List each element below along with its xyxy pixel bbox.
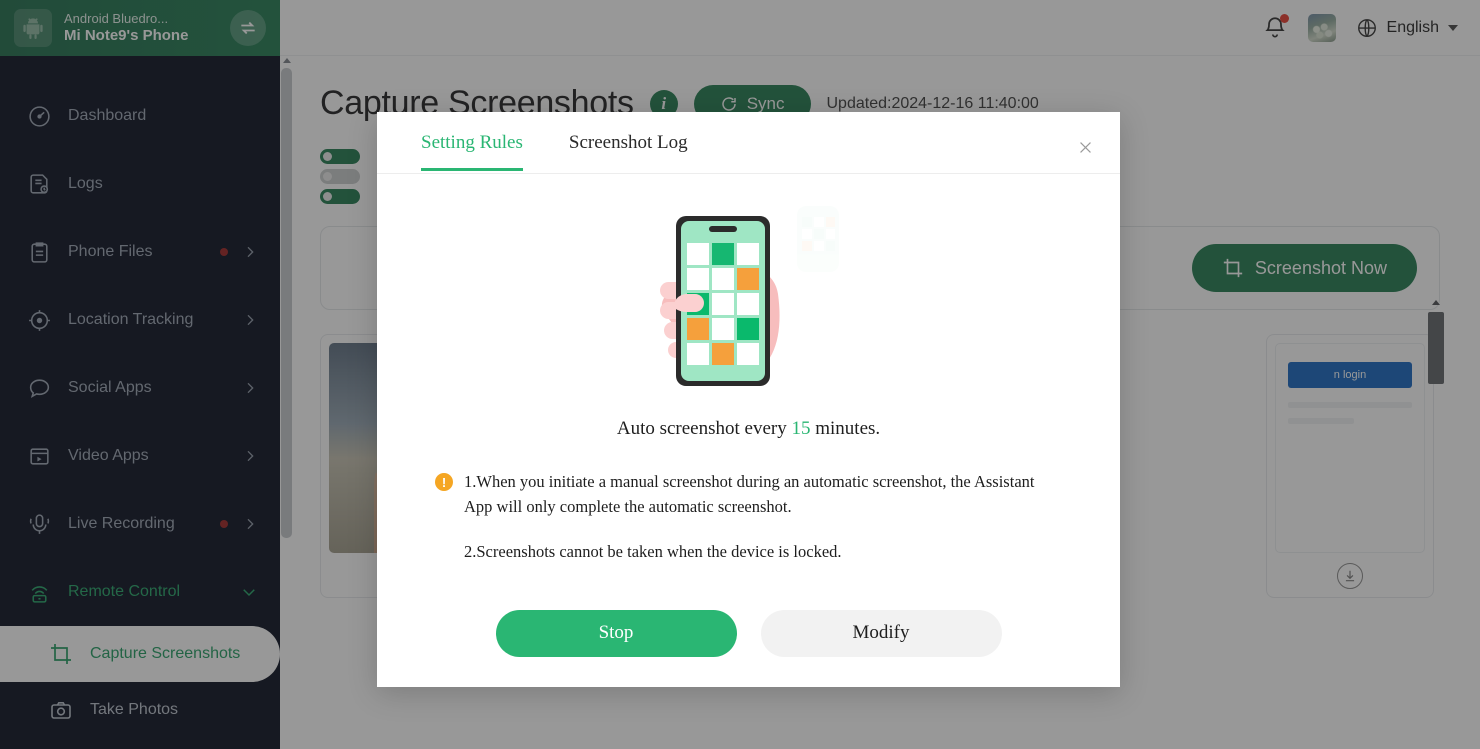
warning-exclamation-icon: !: [435, 473, 453, 491]
auto-suffix-label: minutes.: [815, 418, 881, 439]
modal-body: Auto screenshot every 15 minutes. ! 1.Wh…: [377, 174, 1120, 579]
tab-screenshot-log[interactable]: Screenshot Log: [569, 112, 688, 170]
tab-label: Setting Rules: [421, 132, 523, 153]
hand-holding-phone-illustration: [421, 198, 1076, 398]
modify-button[interactable]: Modify: [760, 609, 1002, 657]
auto-screenshot-interval-text: Auto screenshot every 15 minutes.: [421, 418, 1076, 440]
note-item-1: 1.When you initiate a manual screenshot …: [464, 472, 1035, 516]
note-item-2: 2.Screenshots cannot be taken when the d…: [464, 541, 842, 561]
auto-minutes-value: 15: [791, 418, 811, 439]
tab-setting-rules[interactable]: Setting Rules: [421, 112, 523, 171]
setting-rules-modal: Setting Rules Screenshot Log Auto screen…: [377, 112, 1120, 687]
close-icon[interactable]: [1072, 134, 1098, 160]
modal-notes: ! 1.When you initiate a manual screensho…: [421, 470, 1076, 564]
app-root: English Capture Screenshots i Sync Updat…: [0, 0, 1480, 749]
modal-footer: Stop Modify: [377, 579, 1120, 687]
auto-prefix-label: Auto screenshot every: [616, 418, 787, 439]
stop-button[interactable]: Stop: [495, 609, 737, 657]
tab-label: Screenshot Log: [568, 132, 688, 153]
modal-tab-bar: Setting Rules Screenshot Log: [377, 112, 1120, 174]
